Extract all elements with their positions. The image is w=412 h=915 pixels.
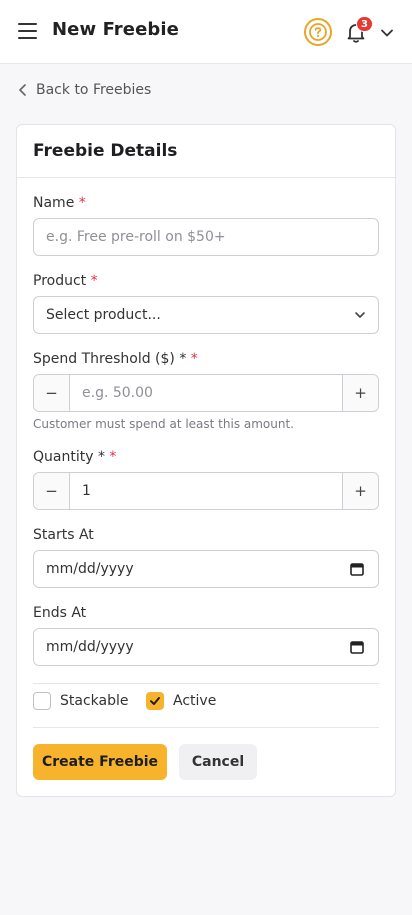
checkmark-icon [150, 697, 160, 705]
chevron-left-icon [19, 84, 26, 96]
starts-at-value: mm/dd/yyyy [46, 561, 134, 577]
back-to-freebies-link[interactable]: Back to Freebies [18, 80, 151, 100]
ends-at-input[interactable]: mm/dd/yyyy [33, 628, 379, 666]
calendar-icon[interactable] [350, 562, 364, 576]
help-circle-icon[interactable] [304, 18, 332, 46]
threshold-decrement-button[interactable]: − [34, 375, 70, 411]
quantity-increment-button[interactable]: + [342, 473, 378, 509]
top-bar: New Freebie 3 [0, 0, 412, 64]
page-title: New Freebie [52, 19, 179, 40]
threshold-increment-button[interactable]: + [342, 375, 378, 411]
quantity-input[interactable]: 1 [70, 473, 342, 509]
back-link-label: Back to Freebies [36, 82, 152, 98]
stackable-label: Stackable [60, 693, 129, 709]
card-title: Freebie Details [17, 125, 395, 178]
product-select[interactable]: Select product... [33, 296, 379, 334]
spend-threshold-help: Customer must spend at least this amount… [33, 417, 294, 431]
freebie-details-card: Freebie Details Name * e.g. Free pre-rol… [16, 124, 396, 797]
calendar-icon[interactable] [350, 640, 364, 654]
product-select-value: Select product... [46, 307, 161, 323]
divider [33, 727, 379, 728]
checkbox-checked[interactable] [146, 692, 164, 710]
starts-at-input[interactable]: mm/dd/yyyy [33, 550, 379, 588]
ends-at-value: mm/dd/yyyy [46, 639, 134, 655]
chevron-down-icon [355, 312, 365, 318]
quantity-stepper: − 1 + [33, 472, 379, 510]
stackable-checkbox[interactable]: Stackable [33, 692, 128, 710]
quantity-label: Quantity * * [33, 449, 117, 465]
quantity-decrement-button[interactable]: − [34, 473, 70, 509]
spend-threshold-stepper: − e.g. 50.00 + [33, 374, 379, 412]
ends-at-label: Ends At [33, 605, 87, 621]
account-chevron-down-icon[interactable] [380, 25, 394, 39]
cancel-button[interactable]: Cancel [179, 744, 257, 780]
hamburger-icon[interactable] [18, 23, 38, 41]
name-input[interactable]: e.g. Free pre-roll on $50+ [33, 218, 379, 256]
notification-badge: 3 [356, 16, 373, 32]
name-label: Name * [33, 195, 86, 211]
checkbox-unchecked[interactable] [33, 692, 51, 710]
active-checkbox[interactable]: Active [146, 692, 216, 710]
starts-at-label: Starts At [33, 527, 94, 543]
spend-threshold-label: Spend Threshold ($) * * [33, 351, 198, 367]
product-label: Product * [33, 273, 98, 289]
active-label: Active [173, 693, 217, 709]
divider [33, 683, 379, 684]
create-freebie-button[interactable]: Create Freebie [33, 744, 167, 780]
spend-threshold-input[interactable]: e.g. 50.00 [70, 375, 342, 411]
